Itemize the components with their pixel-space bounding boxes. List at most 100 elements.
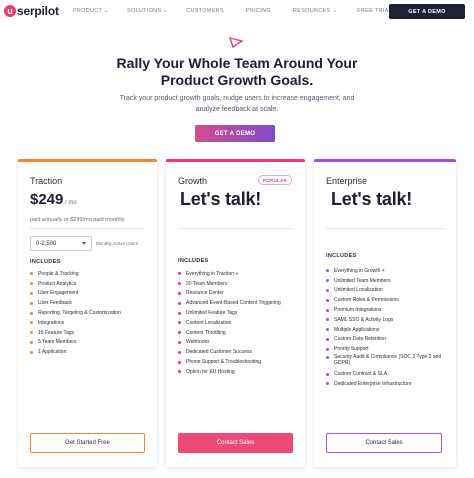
bullet-dot-icon <box>30 291 33 295</box>
feature-item: Phone Support & Troubleshooting <box>178 357 281 367</box>
divider <box>30 228 145 229</box>
feature-item: Everything in Traction + <box>178 269 281 279</box>
feature-item: Priority Support <box>326 344 446 354</box>
includes-heading: INCLUDES <box>178 258 209 264</box>
feature-item: Content Localization <box>178 318 281 328</box>
growth-plan-card: Growth POPULAR Let's talk! INCLUDES Ever… <box>166 159 305 467</box>
divider <box>326 228 444 229</box>
nav-get-demo-button[interactable]: GET A DEMO <box>389 4 465 19</box>
feature-text: People & Tracking <box>38 270 79 277</box>
feature-item: Unlimited Team Members <box>326 276 446 286</box>
feature-item: 5 Team Members <box>30 338 121 348</box>
mau-select-value: 0-2,500 <box>36 240 57 247</box>
mau-select[interactable]: 0-2,500 <box>30 236 92 251</box>
bullet-dot-icon <box>326 318 329 322</box>
price-amount: $249 <box>30 191 64 208</box>
plan-price: $249 / mo <box>30 191 77 208</box>
nav-link-pricing[interactable]: PRICING <box>246 8 271 14</box>
feature-text: Custom Data Retention <box>334 336 386 343</box>
feature-item: Integrations <box>30 318 121 328</box>
bullet-dot-icon <box>326 382 329 386</box>
feature-text: User Feedback <box>38 300 72 307</box>
feature-text: SAML SSO & Activity Logs <box>334 316 394 323</box>
feature-text: Phone Support & Troubleshooting <box>186 359 262 366</box>
feature-text: Content Throttling <box>186 329 226 336</box>
bullet-dot-icon <box>178 370 181 374</box>
feature-item: 1 Application <box>30 347 121 357</box>
feature-text: Unlimited Team Members <box>334 277 391 284</box>
card-top-bar <box>18 159 157 162</box>
feature-text: 5 Team Members <box>38 339 77 346</box>
feature-item: Unlimited Localization <box>326 286 446 296</box>
contact-sales-button[interactable]: Contact Sales <box>326 433 442 453</box>
top-navigation: u serpilot PRODUCT ⌄ SOLUTIONS ⌄ CUSTOME… <box>0 0 474 24</box>
price-unit: / mo <box>63 200 77 206</box>
hero-subtitle-line-1: Track your product growth goals, nudge u… <box>119 95 355 102</box>
feature-text: Option for EU Hosting <box>186 368 235 375</box>
nav-link-customers[interactable]: CUSTOMERS <box>186 8 224 14</box>
bullet-dot-icon <box>326 279 329 283</box>
bullet-dot-icon <box>30 331 33 335</box>
userpilot-logo[interactable]: u serpilot <box>4 4 59 18</box>
feature-text: Product Analytics <box>38 280 77 287</box>
divider <box>178 228 293 229</box>
plan-name: Traction <box>30 176 63 186</box>
feature-item: User Feedback <box>30 298 121 308</box>
feature-item: 15 Feature Tags <box>30 328 121 338</box>
bullet-dot-icon <box>326 337 329 341</box>
feature-text: Custom Roles & Permissions <box>334 297 399 304</box>
card-top-bar <box>166 159 305 162</box>
bullet-dot-icon <box>178 321 181 325</box>
feature-text: Premium Integrations <box>334 307 382 314</box>
feature-item: Dedicated Enterprise Infrastructure <box>326 379 446 389</box>
bullet-dot-icon <box>326 328 329 332</box>
feature-text: Advanced Event-Based Content Triggering <box>186 300 281 307</box>
feature-list: Everything in Growth + Unlimited Team Me… <box>326 266 446 389</box>
feature-text: Security Audit & Compliance (SOC 2 Type … <box>334 354 442 367</box>
bullet-dot-icon <box>326 298 329 302</box>
bullet-dot-icon <box>30 350 33 354</box>
feature-item: Multiple Applications <box>326 325 446 335</box>
bullet-dot-icon <box>178 282 181 286</box>
bullet-dot-icon <box>326 288 329 292</box>
feature-text: Content Localization <box>186 319 232 326</box>
feature-text: Dedicated Customer Success <box>186 349 252 356</box>
includes-heading: INCLUDES <box>326 253 357 259</box>
nav-link-product[interactable]: PRODUCT ⌄ <box>73 8 109 14</box>
plan-name: Growth <box>178 176 208 186</box>
feature-item: Everything in Growth + <box>326 266 446 276</box>
plan-headline: Let's talk! <box>180 189 262 209</box>
nav-link-resources[interactable]: RESOURCES ⌄ <box>293 8 337 14</box>
feature-item: Custom Data Retention <box>326 335 446 345</box>
bullet-dot-icon <box>178 350 181 354</box>
get-started-free-button[interactable]: Get Started Free <box>30 433 145 453</box>
bullet-dot-icon <box>178 340 181 344</box>
feature-item: Content Throttling <box>178 328 281 338</box>
feature-text: User Engagement <box>38 290 79 297</box>
feature-list: People & Tracking Product Analytics User… <box>30 269 121 357</box>
hero-title-line-1: Rally Your Whole Team Around Your <box>116 55 358 71</box>
bullet-dot-icon <box>178 331 181 335</box>
feature-item: User Engagement <box>30 289 121 299</box>
enterprise-plan-card: Enterprise Let's talk! INCLUDES Everythi… <box>314 159 456 467</box>
bullet-dot-icon <box>30 282 33 286</box>
feature-text: Custom Contract & SLA <box>334 371 388 378</box>
bullet-dot-icon <box>178 360 181 364</box>
bullet-dot-icon <box>326 269 329 273</box>
nav-link-free-trial[interactable]: FREE TRIAL <box>357 8 392 14</box>
feature-text: Reporting, Targeting & Customization <box>38 310 121 317</box>
feature-text: Multiple Applications <box>334 326 380 333</box>
feature-text: Everything in Traction + <box>186 270 239 277</box>
bullet-dot-icon <box>326 308 329 312</box>
triangle-accent-icon <box>228 37 244 48</box>
bullet-dot-icon <box>30 301 33 305</box>
feature-item: Product Analytics <box>30 279 121 289</box>
hero-get-demo-button[interactable]: GET A DEMO <box>195 125 275 142</box>
nav-link-solutions[interactable]: SOLUTIONS ⌄ <box>127 8 168 14</box>
contact-sales-button[interactable]: Contact Sales <box>178 433 293 453</box>
plan-name: Enterprise <box>326 176 368 186</box>
feature-text: Integrations <box>38 319 65 326</box>
bullet-dot-icon <box>30 272 33 276</box>
bullet-dot-icon <box>326 355 329 359</box>
feature-item: Custom Roles & Permissions <box>326 295 446 305</box>
